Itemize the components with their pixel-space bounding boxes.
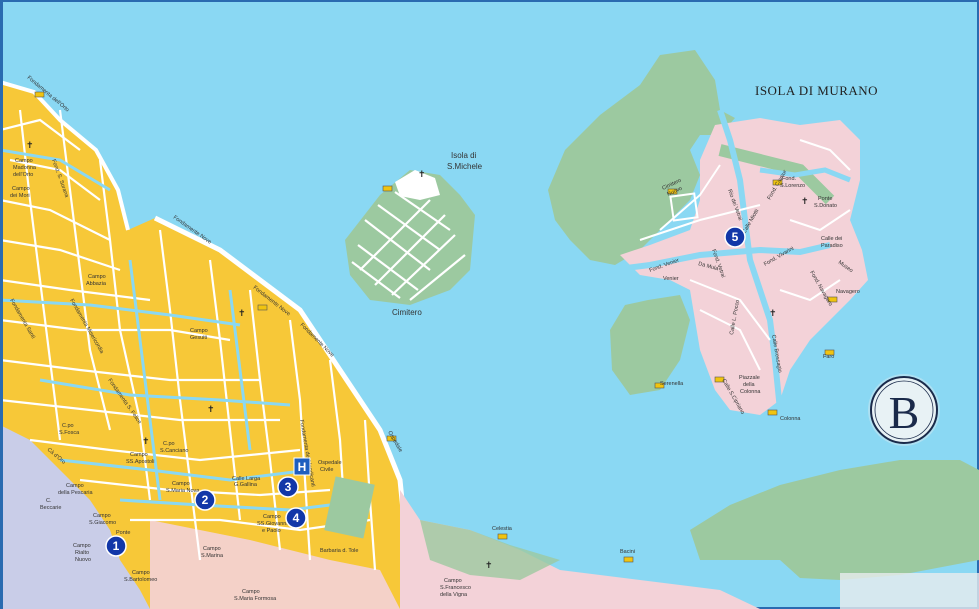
label-murano-faro: Faro [823, 354, 834, 360]
label-isola-michele-1: Isola di [451, 151, 477, 160]
left-strip [0, 0, 3, 609]
marker-5[interactable]: 5 [724, 226, 746, 248]
label-campo-rialto-2: Rialto [75, 550, 89, 556]
svg-text:✝: ✝ [801, 197, 809, 207]
label-campo-smaria-formosa-1: Campo [242, 589, 260, 595]
label-campo-sbartolomeo-1: Campo [132, 570, 150, 576]
label-campo-rialto-1: Campo [73, 543, 91, 549]
label-campo-ssgiovanni-2: SS.Giovanni [257, 521, 288, 527]
marker-1-label: 1 [113, 539, 120, 553]
label-campo-ssgiovanni-1: Campo [263, 514, 281, 520]
label-campo-madonna-1: Campo [15, 158, 33, 164]
label-campo-apostoli-1: Campo [130, 452, 148, 458]
label-barbaria: Barbaria d. Tole [320, 548, 358, 554]
label-campo-abbazia-2: Abbazia [86, 281, 107, 287]
label-bacini: Bacini [620, 549, 635, 555]
label-campo-scanciano-1: C.po [163, 441, 175, 447]
label-murano-piazzale-3: Colonna [740, 389, 761, 395]
label-murano-piazzale-1: Piazzale [739, 375, 760, 381]
label-campo-scanciano-2: S.Canciano [160, 448, 188, 454]
marker-4-label: 4 [293, 511, 300, 525]
label-campo-apostoli-2: SS.Apostoli [126, 459, 154, 465]
label-murano-colonna: Colonna [780, 416, 801, 422]
label-campo-sfrancesco-2: S.Francesco [440, 585, 471, 591]
label-murano-navagero: Navagero [836, 289, 860, 295]
hospital-label: H [298, 460, 307, 474]
label-murano: ISOLA DI MURANO [755, 83, 878, 98]
label-murano-piazzale-2: della [743, 382, 756, 388]
label-gallina: G.Gallina [234, 482, 258, 488]
label-campo-smarina-1: Campo [203, 546, 221, 552]
label-murano-serenella: Serenella [660, 381, 684, 387]
marker-2-label: 2 [202, 493, 209, 507]
marker-5-label: 5 [732, 230, 739, 244]
label-campo-ssgiovanni-3: e Paolo [262, 528, 281, 534]
badge-letter: B [889, 387, 920, 438]
svg-text:✝: ✝ [207, 405, 215, 415]
marker-1[interactable]: 1 [105, 535, 127, 557]
marker-3-label: 3 [285, 480, 292, 494]
label-murano-ponte-sdonato-1: Ponte [818, 196, 832, 202]
label-celestia: Celestia [492, 526, 513, 532]
label-ponte-rialto: Ponte [116, 530, 130, 536]
label-campo-mori-2: dei Mori [10, 193, 30, 199]
marker-4[interactable]: 4 [285, 507, 307, 529]
label-campo-smaria-2: S.Maria Nova [166, 488, 200, 494]
svg-text:✝: ✝ [485, 561, 493, 571]
label-campo-sfosca-2: S.Fosca [59, 430, 80, 436]
label-campo-smaria-1: Campo [172, 481, 190, 487]
label-ospedale-civile-1: Ospedale [318, 460, 342, 466]
label-campo-pescaria-2: della Pescaria [58, 490, 93, 496]
hospital-icon[interactable]: H [293, 457, 311, 476]
svg-text:✝: ✝ [238, 309, 246, 319]
svg-text:✝: ✝ [142, 437, 150, 447]
label-cimitero: Cimitero [392, 308, 422, 317]
label-campo-gesuiti-1: Campo [190, 328, 208, 334]
label-campo-abbazia-1: Campo [88, 274, 106, 280]
label-isola-michele-2: S.Michele [447, 162, 483, 171]
label-campo-mori-1: Campo [12, 186, 30, 192]
label-campo-beccarie-2: Beccarie [40, 505, 61, 511]
marker-2[interactable]: 2 [194, 489, 216, 511]
svg-text:✝: ✝ [418, 170, 426, 180]
venice-map[interactable]: ✝ ✝ ✝ ✝ ✝ ✝ ✝ ✝ ISOLA DI MURANO Isola di… [0, 0, 979, 609]
label-campo-sfrancesco-3: della Vigna [440, 592, 468, 598]
label-campo-sfrancesco-1: Campo [444, 578, 462, 584]
label-murano-calle-paradiso-2: Paradiso [821, 243, 843, 249]
label-murano-ponte-sdonato-2: S.Donato [814, 203, 837, 209]
label-campo-madonna-3: dell'Orto [13, 172, 33, 178]
marker-3[interactable]: 3 [277, 476, 299, 498]
label-campo-sfosca-1: C.po [62, 423, 74, 429]
label-murano-fond-slorenzo-2: S.Lorenzo [780, 183, 805, 189]
label-campo-madonna-2: Madonna [13, 165, 37, 171]
svg-text:✝: ✝ [769, 309, 777, 319]
label-murano-venier: Venier [663, 276, 679, 282]
label-campo-pescaria-1: Campo [66, 483, 84, 489]
label-murano-calle-paradiso-1: Calle dei [821, 236, 842, 242]
svg-text:✝: ✝ [26, 141, 34, 151]
label-campo-gesuiti-2: Gesuiti [190, 335, 207, 341]
label-ospedale-civile-2: Civile [320, 467, 333, 473]
label-campo-rialto-3: Nuovo [75, 557, 91, 563]
compass-badge-icon: B [868, 374, 940, 446]
label-campo-sgiacomo-1: Campo [93, 513, 111, 519]
label-campo-sbartolomeo-2: S.Bartolomeo [124, 577, 157, 583]
label-campo-beccarie-1: C. [46, 498, 52, 504]
label-campo-smaria-formosa-2: S.Maria Formosa [234, 596, 277, 602]
label-campo-sgiacomo-2: S.Giacomo [89, 520, 116, 526]
bottom-strip [840, 573, 979, 609]
label-campo-smarina-2: S.Marina [201, 553, 224, 559]
